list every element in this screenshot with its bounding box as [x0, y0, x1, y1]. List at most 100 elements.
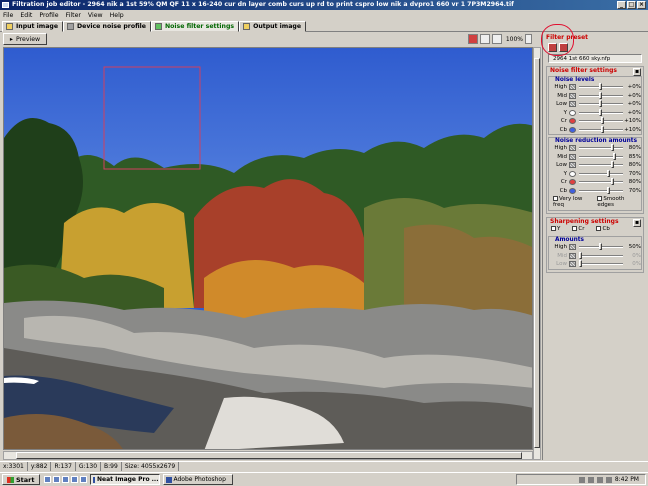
- quick-launch: [43, 476, 87, 483]
- menu-file[interactable]: File: [3, 12, 13, 19]
- menu-profile[interactable]: Profile: [39, 12, 58, 19]
- channel-swatch-icon: [569, 261, 576, 268]
- reduction-options: Very low freq Smooth edges: [549, 195, 641, 210]
- slider-label: Y: [563, 109, 567, 116]
- slider-track[interactable]: [579, 108, 623, 116]
- tab-input-image[interactable]: Input image: [2, 21, 64, 32]
- tab-device-noise-profile[interactable]: Device noise profile: [63, 21, 151, 32]
- noise-reduction-sliders: High 80% Mid 85% Low 80% Y 70% Cr 80% Cb 70%: [549, 144, 641, 195]
- noise-reduction-group: Noise reduction amounts High 80% Mid 85% Low…: [548, 137, 642, 211]
- sharpening-settings-title: Sharpening settings: [550, 218, 619, 225]
- play-icon: ▸: [9, 35, 13, 43]
- channel-swatch-icon: [569, 145, 576, 152]
- task-neat-image[interactable]: Neat Image Pro ...: [89, 474, 160, 485]
- slider-thumb[interactable]: [607, 169, 610, 177]
- tray-icon[interactable]: [578, 476, 585, 483]
- slider-thumb[interactable]: [601, 125, 604, 133]
- scroll-thumb[interactable]: [16, 452, 522, 459]
- slider-row: Low 80%: [549, 161, 641, 170]
- noise-filter-settings-title: Noise filter settings: [550, 67, 617, 74]
- slider-track[interactable]: [579, 178, 623, 186]
- slider-thumb[interactable]: [599, 83, 602, 91]
- slider-track[interactable]: [579, 169, 623, 177]
- zoom-level[interactable]: 100%: [506, 36, 523, 43]
- filter-icon: [154, 23, 162, 30]
- slider-track[interactable]: [579, 144, 623, 152]
- amounts-group: Amounts High 50% Mid 0% Low 0%: [548, 236, 642, 270]
- slider-row: Cr 80%: [549, 178, 641, 187]
- zoom-dropdown-icon[interactable]: [525, 34, 532, 44]
- channel-swatch-icon: [569, 153, 576, 160]
- slider-track[interactable]: [579, 186, 623, 194]
- vertical-scrollbar[interactable]: [533, 47, 541, 460]
- minimize-button[interactable]: _: [617, 1, 626, 9]
- start-button[interactable]: Start: [2, 474, 40, 485]
- tray-icon[interactable]: [587, 476, 594, 483]
- slider-track[interactable]: [579, 152, 623, 160]
- menu-help[interactable]: Help: [110, 12, 124, 19]
- windows-logo-icon: [7, 476, 14, 483]
- viewer-toolbar: ▸ Preview 100%: [0, 32, 536, 46]
- slider-track[interactable]: [579, 260, 623, 268]
- slider-track[interactable]: [579, 251, 623, 259]
- window-controls: _ □ ×: [617, 1, 646, 9]
- slider-track[interactable]: [579, 117, 623, 125]
- menu-filter[interactable]: Filter: [66, 12, 81, 19]
- slider-track[interactable]: [579, 243, 623, 251]
- menu-edit[interactable]: Edit: [20, 12, 32, 19]
- scroll-thumb[interactable]: [534, 58, 540, 448]
- preview-button[interactable]: ▸ Preview: [3, 33, 47, 45]
- slider-thumb[interactable]: [613, 152, 616, 160]
- slider-thumb[interactable]: [607, 186, 610, 194]
- sharpen-cr-checkbox[interactable]: Cr: [572, 226, 584, 232]
- quick-launch-icon[interactable]: [79, 476, 87, 483]
- slider-label: Cb: [559, 126, 567, 133]
- slider-thumb[interactable]: [611, 161, 614, 169]
- horizontal-scrollbar[interactable]: [3, 451, 533, 460]
- tab-output-image[interactable]: Output image: [239, 21, 307, 32]
- slider-track[interactable]: [579, 161, 623, 169]
- very-low-freq-checkbox[interactable]: Very low freq: [553, 196, 593, 208]
- image-viewer[interactable]: [3, 47, 533, 450]
- reset-icon[interactable]: ▪: [633, 68, 641, 76]
- slider-thumb[interactable]: [579, 251, 582, 259]
- slider-thumb[interactable]: [579, 260, 582, 268]
- slider-thumb[interactable]: [599, 243, 602, 251]
- quick-launch-icon[interactable]: [61, 476, 69, 483]
- tab-noise-filter-settings[interactable]: Noise filter settings: [150, 21, 240, 32]
- slider-track[interactable]: [579, 83, 623, 91]
- task-photoshop[interactable]: Adobe Photoshop: [162, 474, 233, 485]
- slider-track[interactable]: [579, 91, 623, 99]
- slider-track[interactable]: [579, 125, 623, 133]
- quick-launch-icon[interactable]: [70, 476, 78, 483]
- slider-track[interactable]: [579, 100, 623, 108]
- tray-icon[interactable]: [605, 476, 612, 483]
- reset-icon[interactable]: ▪: [633, 219, 641, 227]
- noise-filter-settings-group: Noise filter settings ▪ Noise levels Hig…: [546, 66, 644, 214]
- tray-icon[interactable]: [596, 476, 603, 483]
- close-button[interactable]: ×: [637, 1, 646, 9]
- status-size: Size: 4055x2679: [122, 462, 180, 471]
- slider-thumb[interactable]: [599, 100, 602, 108]
- sharpen-channel-options: Y Cr Cb: [547, 225, 643, 234]
- sharpen-y-checkbox[interactable]: Y: [551, 226, 560, 232]
- zoom-icon[interactable]: [491, 34, 502, 44]
- color-picker-icon[interactable]: [467, 34, 478, 44]
- slider-value: 70%: [628, 187, 641, 194]
- slider-value: 80%: [628, 179, 641, 186]
- menu-view[interactable]: View: [88, 12, 103, 19]
- slider-thumb[interactable]: [611, 178, 614, 186]
- slider-thumb[interactable]: [599, 108, 602, 116]
- slider-thumb[interactable]: [599, 91, 602, 99]
- quick-launch-icon[interactable]: [52, 476, 60, 483]
- slider-thumb[interactable]: [611, 144, 614, 152]
- slider-value: +0%: [627, 109, 641, 116]
- channel-swatch-icon: [569, 252, 576, 259]
- slider-label: High: [554, 84, 567, 91]
- sharpen-cb-checkbox[interactable]: Cb: [596, 226, 610, 232]
- pick-area-icon[interactable]: [479, 34, 490, 44]
- smooth-edges-checkbox[interactable]: Smooth edges: [597, 196, 641, 208]
- quick-launch-icon[interactable]: [43, 476, 51, 483]
- maximize-button[interactable]: □: [627, 1, 636, 9]
- slider-thumb[interactable]: [601, 117, 604, 125]
